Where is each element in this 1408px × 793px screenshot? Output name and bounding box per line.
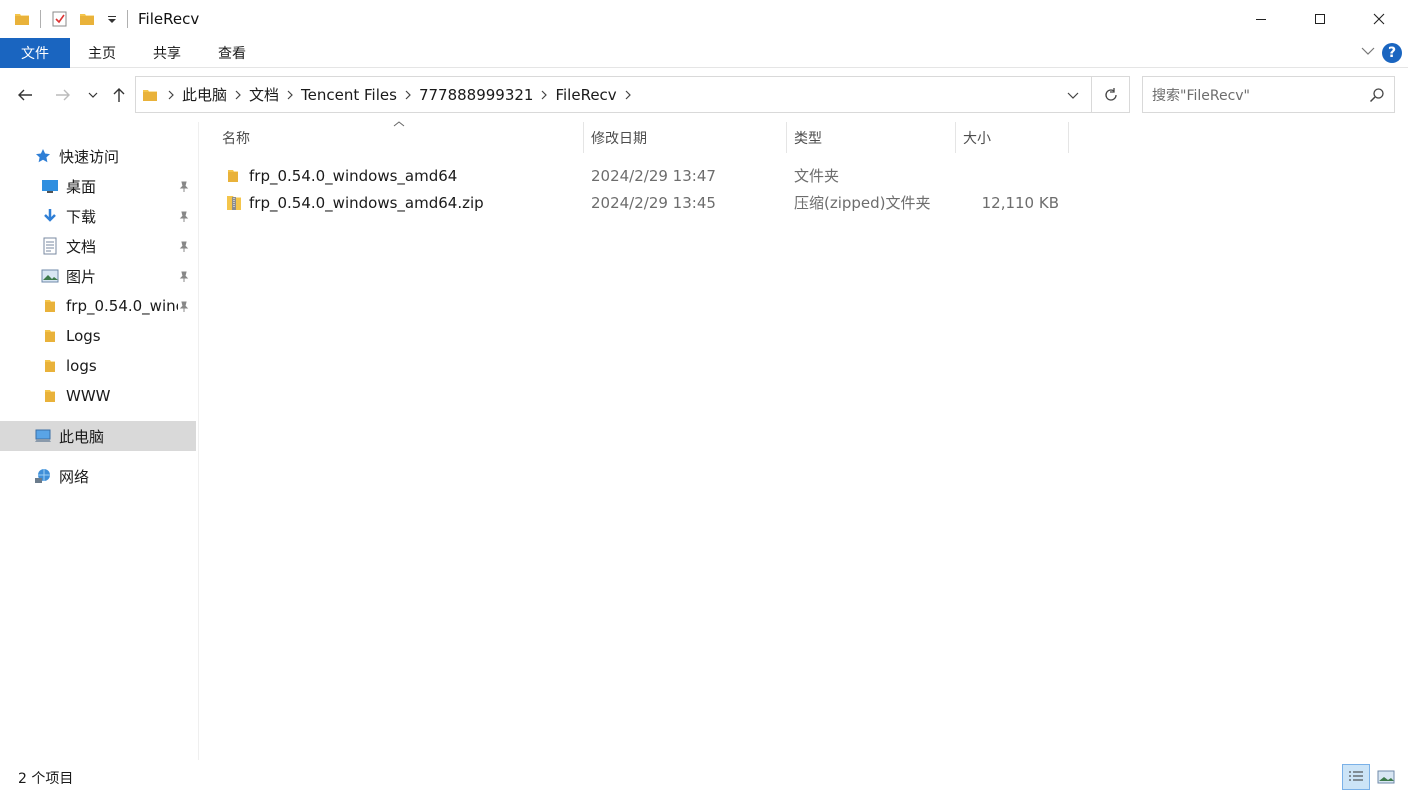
folder-icon xyxy=(40,326,60,346)
navigation-bar: 此电脑 文档 Tencent Files 777888999321 FileRe… xyxy=(0,76,1408,114)
tab-home[interactable]: 主页 xyxy=(70,38,134,68)
expand-ribbon-icon[interactable] xyxy=(1360,43,1376,63)
file-modified: 2024/2/29 13:47 xyxy=(591,166,716,185)
title-bar: FileRecv xyxy=(0,0,1408,38)
folder-icon xyxy=(225,162,241,189)
address-bar[interactable]: 此电脑 文档 Tencent Files 777888999321 FileRe… xyxy=(135,76,1130,113)
pin-icon[interactable] xyxy=(178,209,190,227)
network-icon xyxy=(33,466,53,486)
chevron-right-icon[interactable] xyxy=(283,90,297,100)
sidebar-item-network[interactable]: 网络 xyxy=(0,461,196,491)
star-icon xyxy=(33,146,53,166)
close-button[interactable] xyxy=(1349,0,1408,38)
file-type: 文件夹 xyxy=(794,167,840,185)
forward-button[interactable] xyxy=(48,76,78,114)
minimize-button[interactable] xyxy=(1231,0,1290,38)
navigation-pane: 快速访问 桌面 下载 文档 图片 frp_0.54.0_winc Logs lo… xyxy=(0,122,199,760)
documents-icon xyxy=(40,236,60,256)
pin-icon[interactable] xyxy=(178,299,190,317)
address-history-dropdown[interactable] xyxy=(1053,77,1091,112)
file-name: frp_0.54.0_windows_amd64 xyxy=(249,166,458,185)
file-row[interactable]: frp_0.54.0_windows_amd64 2024/2/29 13:47… xyxy=(215,162,1065,189)
properties-icon[interactable] xyxy=(49,0,71,38)
folder-icon xyxy=(40,296,60,316)
item-count: 2 个项目 xyxy=(18,771,74,787)
zip-folder-icon xyxy=(225,189,243,216)
refresh-button[interactable] xyxy=(1091,77,1129,112)
download-icon xyxy=(40,206,60,226)
file-type: 压缩(zipped)文件夹 xyxy=(794,194,931,212)
search-input[interactable]: 搜索"FileRecv" xyxy=(1142,76,1395,113)
details-view-button[interactable] xyxy=(1342,764,1370,790)
file-name: frp_0.54.0_windows_amd64.zip xyxy=(249,193,484,212)
sidebar-item-downloads[interactable]: 下载 xyxy=(0,201,196,231)
file-row[interactable]: frp_0.54.0_windows_amd64.zip 2024/2/29 1… xyxy=(215,189,1065,216)
chevron-right-icon[interactable] xyxy=(231,90,245,100)
sidebar-item-quick-access[interactable]: 快速访问 xyxy=(0,141,196,171)
breadcrumb-documents[interactable]: 文档 xyxy=(245,84,283,105)
tab-file[interactable]: 文件 xyxy=(0,37,70,68)
chevron-right-icon[interactable] xyxy=(537,90,551,100)
chevron-right-icon[interactable] xyxy=(401,90,415,100)
window-title: FileRecv xyxy=(138,10,200,28)
column-header-name[interactable]: 名称 xyxy=(215,122,584,153)
chevron-right-icon[interactable] xyxy=(621,90,635,100)
sidebar-item-frp-folder[interactable]: frp_0.54.0_winc xyxy=(0,291,196,321)
folder-icon xyxy=(12,0,32,38)
maximize-button[interactable] xyxy=(1290,0,1349,38)
chevron-right-icon[interactable] xyxy=(164,90,178,100)
search-placeholder: 搜索"FileRecv" xyxy=(1152,87,1250,104)
back-button[interactable] xyxy=(10,76,40,114)
folder-icon xyxy=(142,87,158,103)
sidebar-item-this-pc[interactable]: 此电脑 xyxy=(0,421,196,451)
pin-icon[interactable] xyxy=(178,269,190,287)
tab-share[interactable]: 共享 xyxy=(134,38,200,68)
pictures-icon xyxy=(40,266,60,286)
breadcrumb-tencent-files[interactable]: Tencent Files xyxy=(297,86,401,104)
customize-toolbar-dropdown[interactable] xyxy=(105,0,119,38)
help-icon[interactable]: ? xyxy=(1382,43,1402,63)
new-folder-icon[interactable] xyxy=(77,0,97,38)
pin-icon[interactable] xyxy=(178,179,190,197)
column-header-modified[interactable]: 修改日期 xyxy=(584,122,787,153)
sidebar-item-www[interactable]: WWW xyxy=(0,381,196,411)
breadcrumb-filerecv[interactable]: FileRecv xyxy=(551,86,620,104)
column-header-type[interactable]: 类型 xyxy=(787,122,956,153)
ribbon-tabs: 文件 主页 共享 查看 ? xyxy=(0,37,1408,68)
tab-view[interactable]: 查看 xyxy=(200,38,264,68)
desktop-icon xyxy=(40,176,60,196)
sidebar-item-logs-upper[interactable]: Logs xyxy=(0,321,196,351)
up-button[interactable] xyxy=(106,76,132,114)
sidebar-item-desktop[interactable]: 桌面 xyxy=(0,171,196,201)
sidebar-item-pictures[interactable]: 图片 xyxy=(0,261,196,291)
quick-access-toolbar: FileRecv xyxy=(0,0,199,38)
large-icons-view-button[interactable] xyxy=(1372,764,1400,790)
pin-icon[interactable] xyxy=(178,239,190,257)
breadcrumb-this-pc[interactable]: 此电脑 xyxy=(178,84,231,105)
folder-icon xyxy=(40,386,60,406)
file-modified: 2024/2/29 13:45 xyxy=(591,193,716,212)
status-bar: 2 个项目 xyxy=(0,760,1408,793)
sidebar-item-documents[interactable]: 文档 xyxy=(0,231,196,261)
search-icon[interactable] xyxy=(1360,87,1394,103)
folder-icon xyxy=(40,356,60,376)
recent-locations-dropdown[interactable] xyxy=(84,76,102,114)
sidebar-item-logs-lower[interactable]: logs xyxy=(0,351,196,381)
column-header-size[interactable]: 大小 xyxy=(956,122,1069,153)
file-size: 12,110 KB xyxy=(981,193,1059,212)
computer-icon xyxy=(33,426,53,446)
breadcrumb-account[interactable]: 777888999321 xyxy=(415,86,538,104)
